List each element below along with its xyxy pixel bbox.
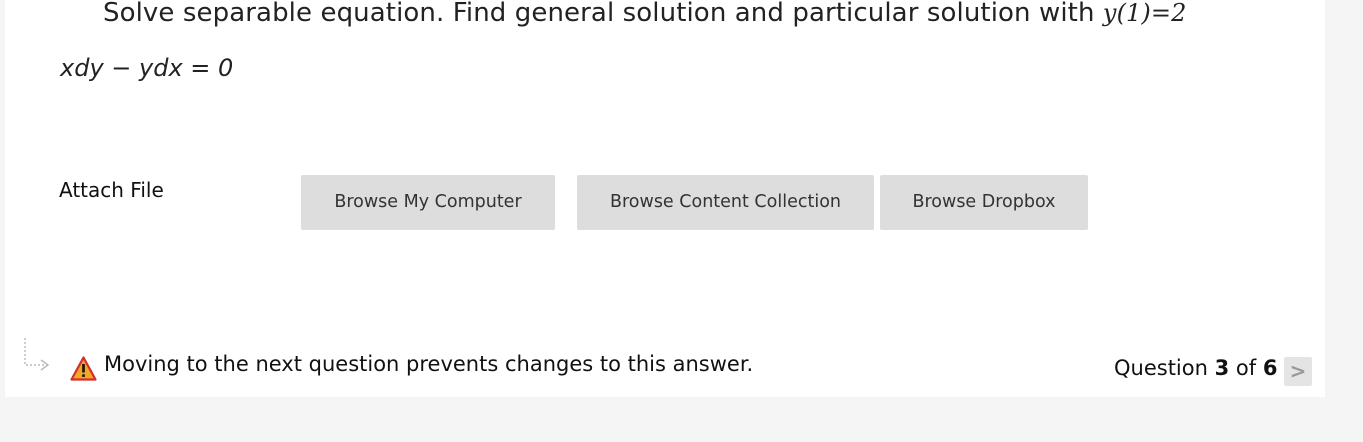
chevron-right-icon: > <box>1289 359 1307 383</box>
warning-icon <box>70 356 97 385</box>
initial-condition: y(1)=2 <box>1102 0 1187 27</box>
question-prompt: Solve separable equation. Find general s… <box>103 0 1186 28</box>
next-question-button[interactable]: > <box>1284 357 1312 386</box>
warning-message: Moving to the next question prevents cha… <box>104 352 754 376</box>
browse-dropbox-button[interactable]: Browse Dropbox <box>880 175 1088 230</box>
return-arrow-icon <box>22 337 52 375</box>
question-prompt-text: Solve separable equation. Find general s… <box>103 0 1103 28</box>
counter-of: of <box>1229 356 1263 380</box>
counter-prefix: Question <box>1114 356 1215 380</box>
current-question-number: 3 <box>1214 356 1230 380</box>
question-counter: Question 3 of 6 <box>1114 356 1277 380</box>
total-questions-number: 6 <box>1262 356 1278 380</box>
browse-my-computer-button[interactable]: Browse My Computer <box>301 175 555 230</box>
equation: xdy − ydx = 0 <box>60 54 234 82</box>
browse-content-collection-button[interactable]: Browse Content Collection <box>577 175 874 230</box>
attach-file-label: Attach File <box>59 178 164 202</box>
